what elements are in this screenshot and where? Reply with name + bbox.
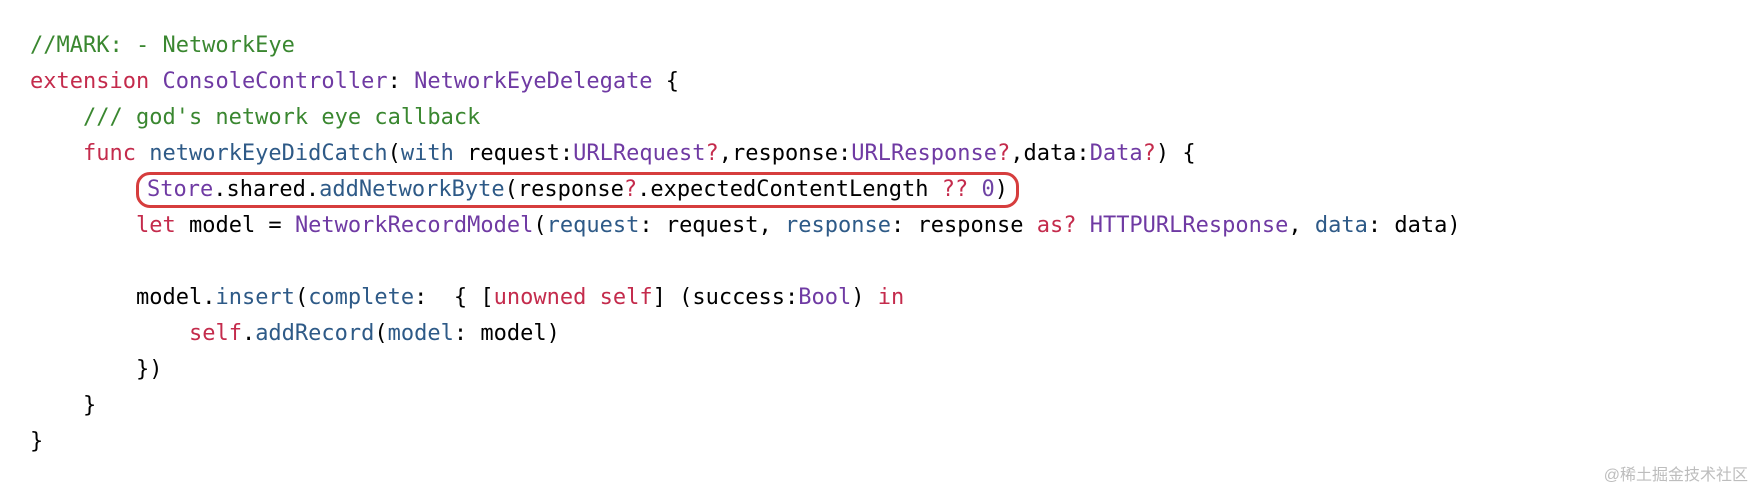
type-httpurlresponse: HTTPURLResponse — [1076, 213, 1288, 238]
arg-complete: complete — [308, 285, 414, 310]
insert: insert — [215, 285, 294, 310]
kw-as: as? — [1037, 213, 1077, 238]
model-eq: model = — [176, 213, 295, 238]
kw-unowned: unowned — [494, 285, 587, 310]
highlighted-line: Store.shared.addNetworkByte(response?.ex… — [136, 172, 1019, 208]
optional-q: ? — [624, 177, 637, 202]
param-with: with — [401, 141, 454, 166]
param-request: request: — [454, 141, 573, 166]
optional-q: ? — [997, 141, 1010, 166]
optional-q: ? — [1143, 141, 1156, 166]
param-response: ,response: — [719, 141, 851, 166]
type-networkrecordmodel: NetworkRecordModel — [295, 213, 533, 238]
arg-model-tail: : model) — [454, 321, 560, 346]
type-bool: Bool — [798, 285, 851, 310]
colon: : — [388, 69, 415, 94]
arg-response: response — [785, 213, 891, 238]
arg-data-val: : data) — [1368, 213, 1461, 238]
optional-q: ? — [706, 141, 719, 166]
param-data: ,data: — [1010, 141, 1089, 166]
addrecord: addRecord — [255, 321, 374, 346]
open-paren: ( — [295, 285, 308, 310]
code-block: //MARK: - NetworkEye extension ConsoleCo… — [0, 0, 1758, 460]
store: Store — [147, 177, 213, 202]
watermark: @稀土掘金技术社区 — [1604, 458, 1748, 494]
kw-let: let — [136, 213, 176, 238]
arg-model: model — [388, 321, 454, 346]
kw-in: in — [878, 285, 905, 310]
func-tail: ) { — [1156, 141, 1196, 166]
comma: , — [1288, 213, 1315, 238]
brace-open: { — [653, 69, 680, 94]
arg-data: data — [1315, 213, 1368, 238]
comment-mark: //MARK: - NetworkEye — [30, 33, 295, 58]
closure-mid: ] (success: — [653, 285, 799, 310]
closure-open: : { [ — [414, 285, 493, 310]
type-data: Data — [1090, 141, 1143, 166]
open-paren: ( — [374, 321, 387, 346]
kw-self: self — [586, 285, 652, 310]
dot: . — [242, 321, 255, 346]
kw-func: func — [83, 141, 136, 166]
arg-request: request — [547, 213, 640, 238]
zero: 0 — [968, 177, 995, 202]
arg-request-val: : request, — [639, 213, 785, 238]
doc-comment: /// god's network eye callback — [83, 105, 480, 130]
brace-close: } — [30, 429, 43, 454]
nil-coalesce: ?? — [942, 177, 969, 202]
close-paren: ) — [995, 177, 1008, 202]
kw-self: self — [189, 321, 242, 346]
type-consolecontroller: ConsoleController — [162, 69, 387, 94]
shared: .shared. — [213, 177, 319, 202]
type-urlresponse: URLResponse — [851, 141, 997, 166]
type-urlrequest: URLRequest — [573, 141, 705, 166]
closure-close: }) — [136, 357, 163, 382]
addnetworkbyte: addNetworkByte — [319, 177, 504, 202]
open-paren: (response — [505, 177, 624, 202]
expected-length: .expectedContentLength — [637, 177, 942, 202]
close-paren: ) — [851, 285, 878, 310]
brace-close: } — [83, 393, 96, 418]
open-paren: ( — [533, 213, 546, 238]
arg-response-val: : response — [891, 213, 1037, 238]
type-networkeyedelegate: NetworkEyeDelegate — [414, 69, 652, 94]
kw-extension: extension — [30, 69, 149, 94]
model-dot: model. — [136, 285, 215, 310]
func-name: networkEyeDidCatch — [149, 141, 387, 166]
